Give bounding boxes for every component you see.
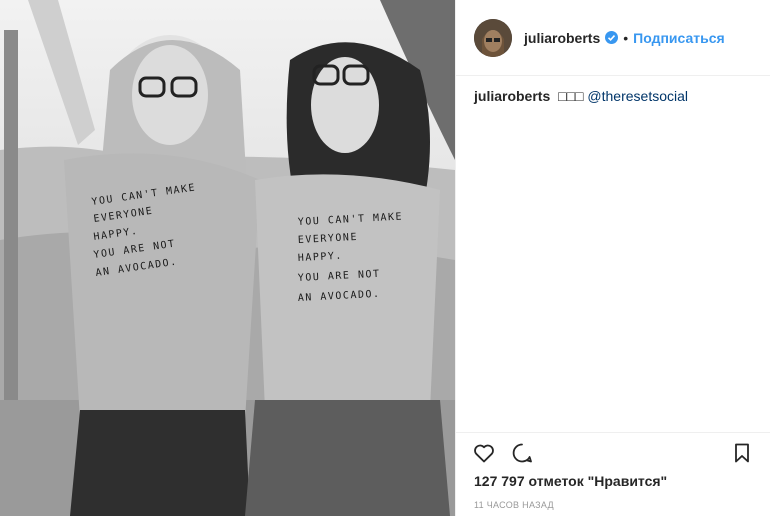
separator-dot: • bbox=[623, 29, 629, 46]
photo-illustration: YOU CAN'T MAKE EVERYONE HAPPY. YOU ARE N… bbox=[0, 0, 455, 516]
likes-count[interactable]: 127 797 отметок "Нравится" bbox=[474, 473, 667, 489]
avatar-image bbox=[474, 18, 512, 57]
bookmark-icon[interactable] bbox=[730, 441, 754, 465]
post-sidebar: juliaroberts • Подписаться juliaroberts … bbox=[455, 0, 770, 516]
caption-emojis: □□□ bbox=[558, 88, 584, 104]
follow-button[interactable]: Подписаться bbox=[633, 30, 725, 46]
post-timestamp[interactable]: 11 часов назад bbox=[474, 500, 554, 510]
post-header: juliaroberts • Подписаться bbox=[456, 0, 770, 76]
post-caption: juliaroberts □□□ @theresetsocial bbox=[456, 76, 770, 116]
verified-badge-icon bbox=[605, 31, 619, 44]
username-link[interactable]: juliaroberts bbox=[524, 30, 600, 46]
heart-icon[interactable] bbox=[472, 441, 496, 465]
caption-username[interactable]: juliaroberts bbox=[474, 88, 550, 104]
post-actions bbox=[456, 432, 770, 472]
instagram-post: YOU CAN'T MAKE EVERYONE HAPPY. YOU ARE N… bbox=[0, 0, 770, 516]
post-photo[interactable]: YOU CAN'T MAKE EVERYONE HAPPY. YOU ARE N… bbox=[0, 0, 455, 516]
caption-mention[interactable]: @theresetsocial bbox=[587, 88, 688, 104]
comment-icon[interactable] bbox=[510, 441, 534, 465]
avatar[interactable] bbox=[474, 18, 512, 57]
